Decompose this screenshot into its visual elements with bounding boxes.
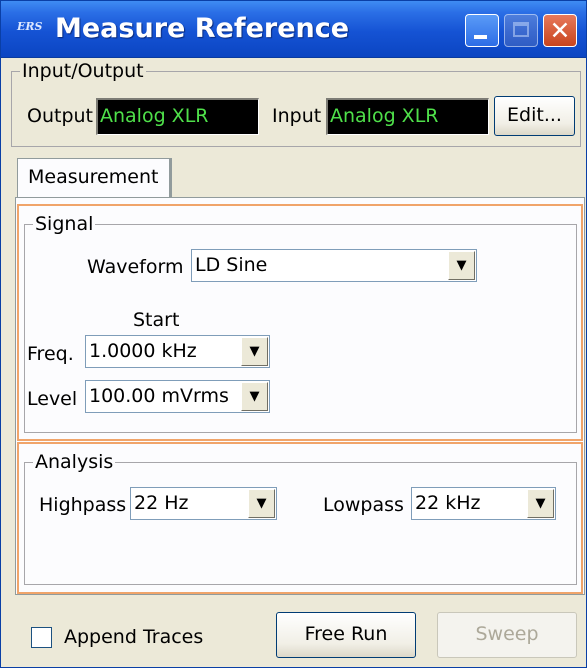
measure-reference-window: ERS Measure Reference ✕ Input/Output Out… [0,0,587,668]
maximize-button [504,14,538,47]
chevron-down-icon[interactable]: ▼ [448,251,475,280]
input-field[interactable]: Analog XLR [326,98,489,135]
app-icon: ERS [17,20,43,33]
output-label: Output [27,105,93,127]
output-field[interactable]: Analog XLR [96,98,259,135]
highpass-select[interactable]: 22 Hz ▼ [130,487,277,520]
append-traces-checkbox[interactable] [31,627,52,648]
start-label: Start [133,309,180,331]
lowpass-select[interactable]: 22 kHz ▼ [411,487,556,520]
level-select[interactable]: 100.00 mVrms ▼ [85,380,270,413]
freq-select[interactable]: 1.0000 kHz ▼ [85,335,270,368]
close-button[interactable]: ✕ [543,14,577,47]
maximize-icon [513,22,529,37]
input-label: Input [272,105,322,127]
chevron-down-icon[interactable]: ▼ [241,382,268,411]
minimize-icon [474,35,487,39]
signal-legend: Signal [35,213,94,235]
close-icon: ✕ [549,16,571,45]
edit-button[interactable]: Edit... [494,96,575,136]
freq-value: 1.0000 kHz [89,340,197,362]
lowpass-label: Lowpass [323,494,404,516]
highpass-value: 22 Hz [134,492,189,514]
window-title: Measure Reference [55,13,350,44]
chevron-down-icon[interactable]: ▼ [241,337,268,366]
chevron-down-icon[interactable]: ▼ [527,489,554,518]
input-output-legend: Input/Output [22,60,144,82]
level-value: 100.00 mVrms [89,385,229,407]
lowpass-value: 22 kHz [415,492,481,514]
tab-measurement[interactable]: Measurement [17,158,172,198]
title-bar[interactable]: ERS Measure Reference ✕ [1,1,586,58]
waveform-select[interactable]: LD Sine ▼ [191,249,477,282]
sweep-button: Sweep [437,612,577,658]
chevron-down-icon[interactable]: ▼ [248,489,275,518]
level-label: Level [27,388,78,410]
waveform-value: LD Sine [195,254,268,276]
minimize-button[interactable] [465,14,499,47]
highpass-label: Highpass [39,494,127,516]
freq-label: Freq. [27,343,74,365]
append-traces-label[interactable]: Append Traces [64,626,203,648]
free-run-button[interactable]: Free Run [276,612,416,658]
waveform-label: Waveform [87,256,184,278]
analysis-legend: Analysis [35,451,114,473]
